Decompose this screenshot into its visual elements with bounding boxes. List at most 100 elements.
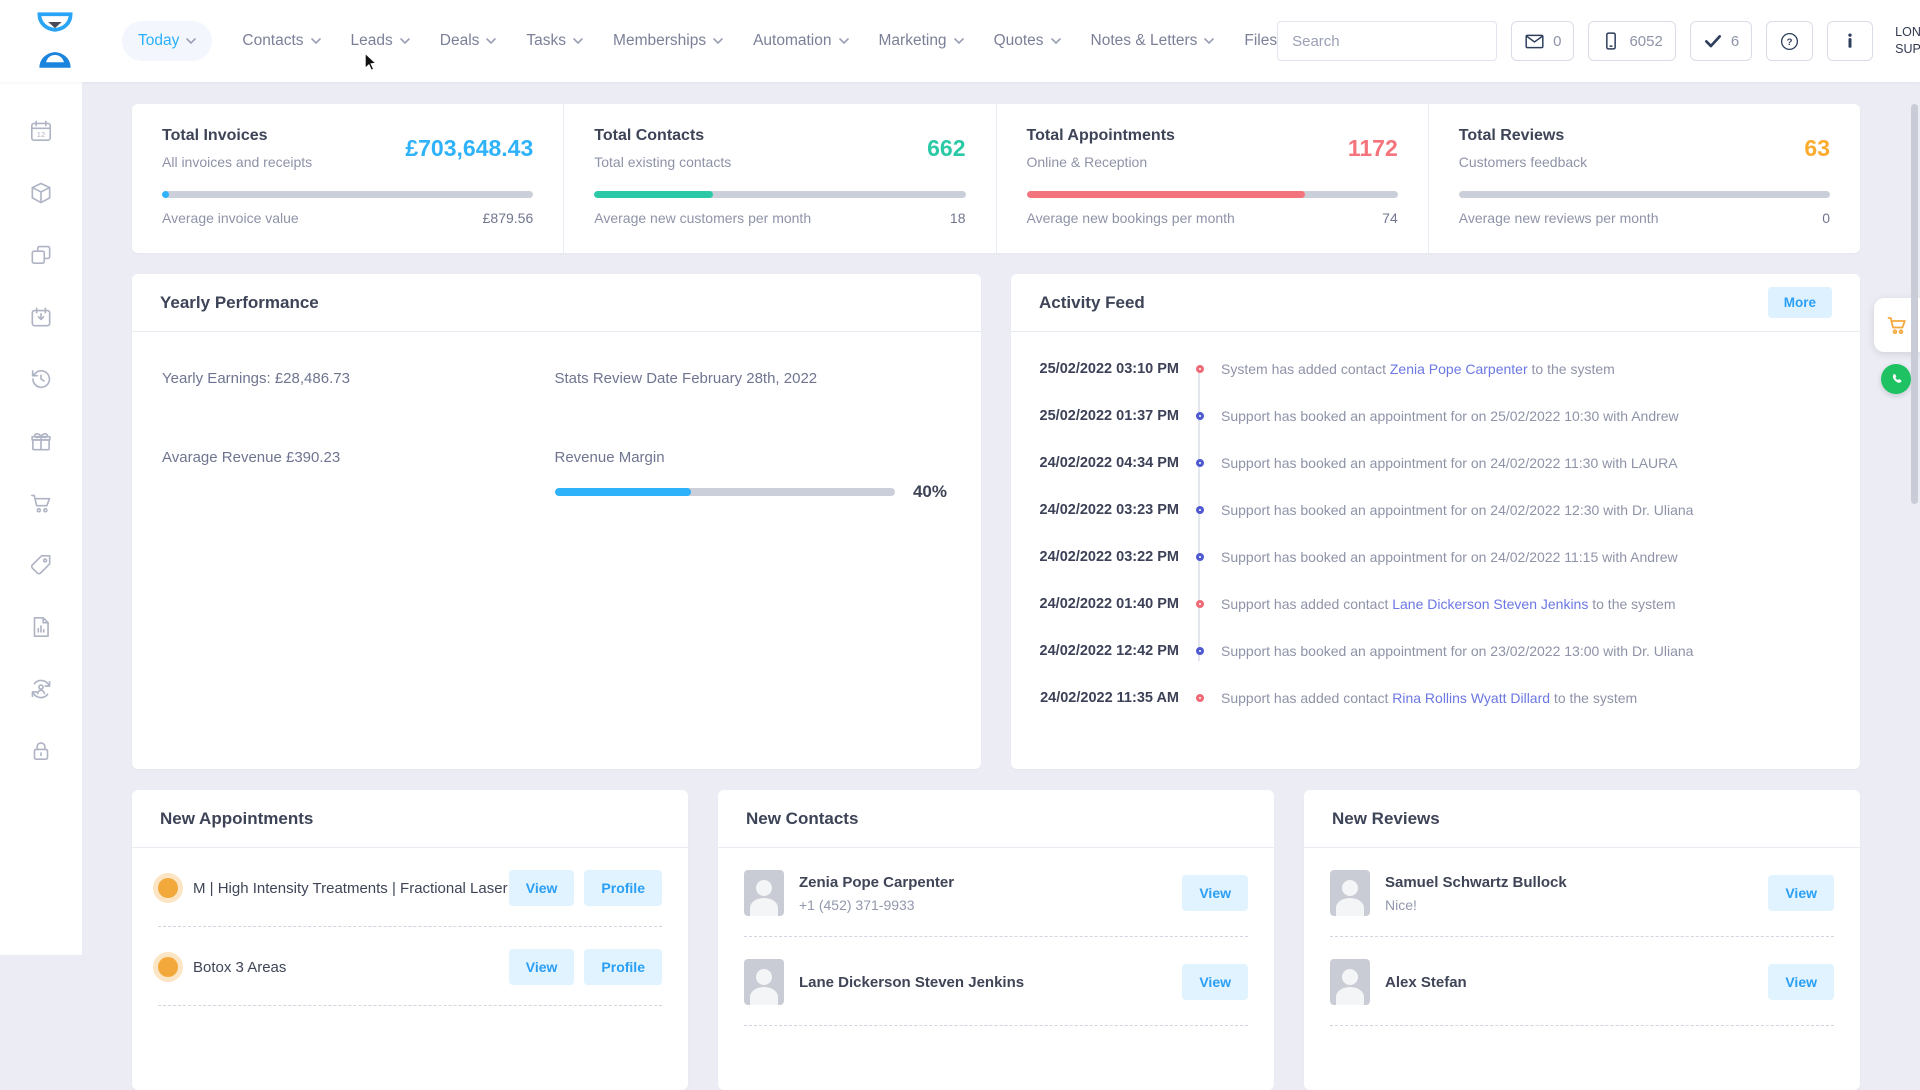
chevron-down-icon xyxy=(954,38,964,44)
stat-value: 1172 xyxy=(1348,135,1398,170)
calendar-icon[interactable]: 12 xyxy=(28,118,54,144)
tasks-badge[interactable]: 6 xyxy=(1690,21,1752,61)
app-logo-icon[interactable] xyxy=(32,12,78,70)
activity-entry: 24/02/2022 11:35 AM Support has added co… xyxy=(1031,674,1840,721)
activity-text: Support has added contact Rina Rollins W… xyxy=(1221,690,1637,706)
mail-badge[interactable]: 0 xyxy=(1511,21,1574,61)
nav-item[interactable]: Notes & Letters xyxy=(1091,32,1215,50)
nav-item[interactable]: Deals xyxy=(440,32,497,50)
stat-footer-label: Average new bookings per month xyxy=(1027,210,1235,226)
yearly-earnings: Yearly Earnings: £28,486.73 xyxy=(162,370,555,387)
svg-text:?: ? xyxy=(1787,37,1793,48)
activity-text: Support has booked an appointment for on… xyxy=(1221,549,1678,565)
duplicate-icon[interactable] xyxy=(28,242,54,268)
view-button[interactable]: View xyxy=(1768,875,1834,911)
svg-text:12: 12 xyxy=(37,130,45,139)
stat-title: Total Reviews xyxy=(1459,127,1587,145)
panel-title: Activity Feed xyxy=(1039,293,1145,313)
search-input[interactable] xyxy=(1278,33,1497,50)
panel-title: New Contacts xyxy=(746,809,858,829)
contact-link[interactable]: Zenia Pope Carpenter xyxy=(1390,361,1528,377)
view-button[interactable]: View xyxy=(509,870,575,906)
profile-button[interactable]: Profile xyxy=(584,870,662,906)
view-button[interactable]: View xyxy=(509,949,575,985)
chevron-down-icon xyxy=(311,38,321,44)
location-label: LONDON SUPPORT xyxy=(1895,24,1920,58)
mail-icon xyxy=(1524,31,1545,52)
stat-card: Total Reviews Customers feedback 63 Aver… xyxy=(1429,104,1860,253)
stat-value: 63 xyxy=(1804,135,1830,170)
stat-subtitle: All invoices and receipts xyxy=(162,154,312,170)
activity-entry: 25/02/2022 03:10 PM System has added con… xyxy=(1031,345,1840,392)
nav-item[interactable]: Memberships xyxy=(613,32,723,50)
nav-item-label: Deals xyxy=(440,32,480,50)
nav-item[interactable]: Today xyxy=(122,21,212,61)
view-button[interactable]: View xyxy=(1182,875,1248,911)
info-badge[interactable] xyxy=(1827,21,1873,61)
average-revenue: Avarage Revenue £390.23 xyxy=(162,449,555,502)
whatsapp-button[interactable] xyxy=(1881,364,1911,394)
nav-item[interactable]: Files xyxy=(1244,32,1277,50)
cart-icon[interactable] xyxy=(28,490,54,516)
contact-name: Zenia Pope Carpenter xyxy=(799,874,1182,891)
revenue-margin-label: Revenue Margin xyxy=(555,449,948,466)
activity-time: 24/02/2022 03:22 PM xyxy=(1031,549,1179,565)
more-button[interactable]: More xyxy=(1768,287,1832,318)
client-sync-icon[interactable] xyxy=(28,676,54,702)
activity-dot-icon xyxy=(1196,553,1204,561)
tag-icon[interactable] xyxy=(28,552,54,578)
review-row: Alex Stefan View xyxy=(1304,937,1860,1025)
main-content: Total Invoices All invoices and receipts… xyxy=(82,82,1920,955)
stat-footer-label: Average new reviews per month xyxy=(1459,210,1659,226)
report-icon[interactable] xyxy=(28,614,54,640)
chevron-down-icon xyxy=(573,38,583,44)
activity-entry: 24/02/2022 03:23 PM Support has booked a… xyxy=(1031,486,1840,533)
lock-icon[interactable] xyxy=(28,738,54,764)
stat-value: £703,648.43 xyxy=(405,135,533,170)
question-icon: ? xyxy=(1779,31,1800,52)
gift-icon[interactable] xyxy=(28,428,54,454)
contact-link[interactable]: Rina Rollins Wyatt Dillard xyxy=(1392,690,1550,706)
activity-dot-icon xyxy=(1196,365,1204,373)
stat-footer-label: Average invoice value xyxy=(162,210,299,226)
stat-footer-value: 18 xyxy=(950,210,966,226)
nav-item-label: Contacts xyxy=(242,32,303,50)
contact-row: Zenia Pope Carpenter +1 (452) 371-9933 V… xyxy=(718,848,1274,936)
package-icon[interactable] xyxy=(28,180,54,206)
activity-time: 24/02/2022 01:40 PM xyxy=(1031,596,1179,612)
stat-card: Total Contacts Total existing contacts 6… xyxy=(564,104,996,253)
nav-item-label: Automation xyxy=(753,32,831,50)
calendar-import-icon[interactable] xyxy=(28,304,54,330)
review-row: Samuel Schwartz Bullock Nice! View xyxy=(1304,848,1860,936)
nav-item[interactable]: Quotes xyxy=(994,32,1061,50)
view-button[interactable]: View xyxy=(1182,964,1248,1000)
stat-card: Total Appointments Online & Reception 11… xyxy=(997,104,1429,253)
nav-item[interactable]: Leads xyxy=(351,32,410,50)
appointment-row: M | High Intensity Treatments | Fraction… xyxy=(132,848,688,926)
nav-item[interactable]: Contacts xyxy=(242,32,320,50)
nav-item[interactable]: Automation xyxy=(753,32,848,50)
help-badge[interactable]: ? xyxy=(1766,21,1813,61)
avatar xyxy=(744,959,784,1005)
revenue-margin-track xyxy=(555,488,895,496)
vertical-scrollbar[interactable] xyxy=(1911,104,1918,504)
nav-item-label: Memberships xyxy=(613,32,706,50)
nav-item[interactable]: Marketing xyxy=(879,32,964,50)
mail-count: 0 xyxy=(1553,33,1561,50)
nav-item-label: Notes & Letters xyxy=(1091,32,1198,50)
stat-subtitle: Customers feedback xyxy=(1459,154,1587,170)
nav-item[interactable]: Tasks xyxy=(526,32,583,50)
top-bar: Today Contacts Leads Deals Tasks xyxy=(0,0,1920,82)
row-divider xyxy=(744,1025,1248,1026)
contact-link[interactable]: Lane Dickerson Steven Jenkins xyxy=(1392,596,1588,612)
whatsapp-icon xyxy=(1887,370,1905,388)
view-button[interactable]: View xyxy=(1768,964,1834,1000)
activity-entry: 24/02/2022 04:34 PM Support has booked a… xyxy=(1031,439,1840,486)
stat-footer-value: £879.56 xyxy=(483,210,534,226)
contact-phone: +1 (452) 371-9933 xyxy=(799,897,1182,913)
history-icon[interactable] xyxy=(28,366,54,392)
profile-button[interactable]: Profile xyxy=(584,949,662,985)
revenue-margin-fill xyxy=(555,488,691,496)
info-icon xyxy=(1840,31,1860,51)
phone-badge[interactable]: 6052 xyxy=(1588,21,1675,61)
